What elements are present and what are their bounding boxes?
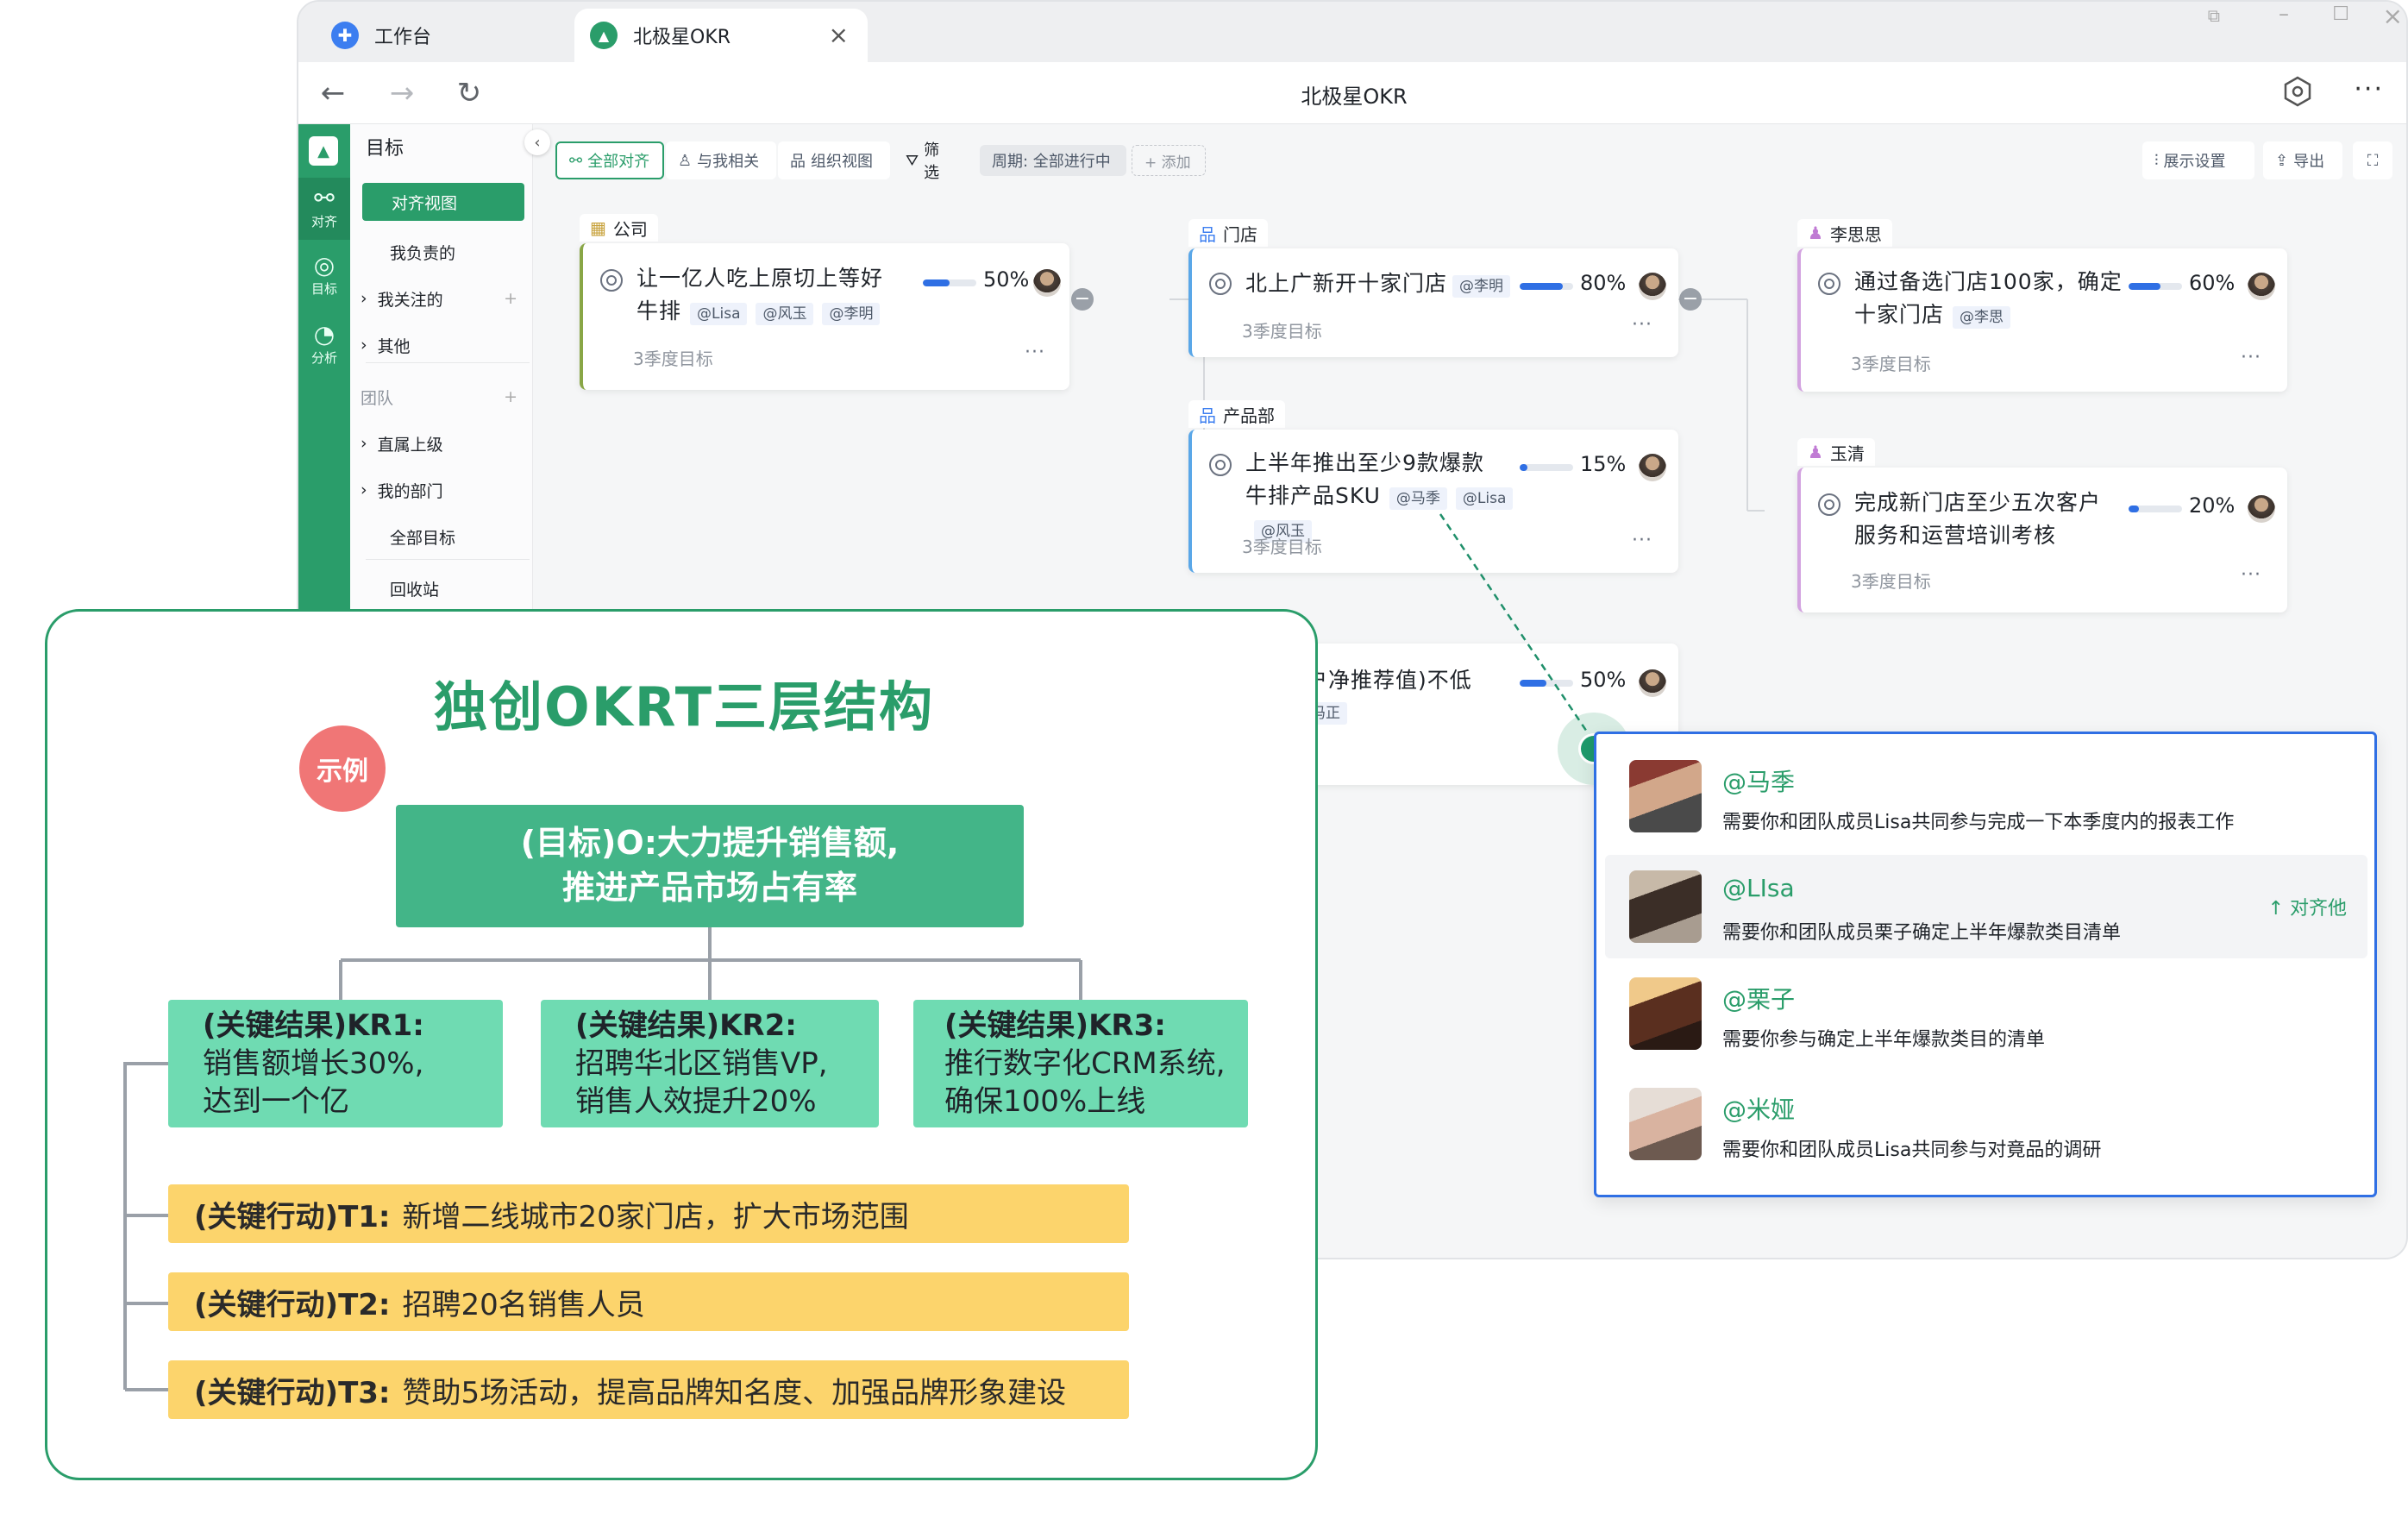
mention-name: @LIsa xyxy=(1722,874,1795,902)
avatar xyxy=(1629,1088,1702,1160)
task-box: (关键行动)T3: 赞助5场活动，提高品牌知名度、加强品牌形象建设 xyxy=(168,1360,1129,1419)
task-box: (关键行动)T1: 新增二线城市20家门店，扩大市场范围 xyxy=(168,1184,1129,1243)
mention-name: @马季 xyxy=(1722,768,1796,796)
okrt-card: 独创OKRT三层结构 示例 (目标)O:大力提升销售额, 推进产品市场占有率 (… xyxy=(45,609,1318,1480)
mention-name: @栗子 xyxy=(1722,985,1796,1014)
kr-box: (关键结果)KR3: 推行数字化CRM系统, 确保100%上线 xyxy=(913,1000,1248,1127)
mention-name: @米娅 xyxy=(1722,1096,1796,1124)
task-box: (关键行动)T2: 招聘20名销售人员 xyxy=(168,1272,1129,1331)
align-to-button[interactable]: ↑ 对齐他 xyxy=(2268,893,2347,920)
avatar xyxy=(1629,870,1702,943)
mention-popup: @马季 需要你和团队成员Lisa共同参与完成一下本季度内的报表工作 @LIsa … xyxy=(1594,732,2377,1197)
mention-row[interactable]: @栗子 需要你参与确定上半年爆款类目的清单 xyxy=(1605,962,2367,1065)
mention-desc: 需要你和团队成员Lisa共同参与完成一下本季度内的报表工作 xyxy=(1722,812,2235,833)
mention-desc: 需要你和团队成员栗子确定上半年爆款类目清单 xyxy=(1722,922,2122,944)
mention-row[interactable]: @米娅 需要你和团队成员Lisa共同参与对竟品的调研 xyxy=(1605,1072,2367,1176)
mention-desc: 需要你和团队成员Lisa共同参与对竟品的调研 xyxy=(1722,1140,2102,1161)
mention-desc: 需要你参与确定上半年爆款类目的清单 xyxy=(1722,1029,2046,1051)
avatar xyxy=(1629,760,1702,832)
kr-box: (关键结果)KR1: 销售额增长30%, 达到一个亿 xyxy=(168,1000,503,1127)
mention-row[interactable]: @马季 需要你和团队成员Lisa共同参与完成一下本季度内的报表工作 xyxy=(1605,744,2367,848)
kr-box: (关键结果)KR2: 招聘华北区销售VP, 销售人效提升20% xyxy=(541,1000,879,1127)
mention-row[interactable]: @LIsa 需要你和团队成员栗子确定上半年爆款类目清单 ↑ 对齐他 xyxy=(1605,855,2367,958)
avatar xyxy=(1629,977,1702,1050)
